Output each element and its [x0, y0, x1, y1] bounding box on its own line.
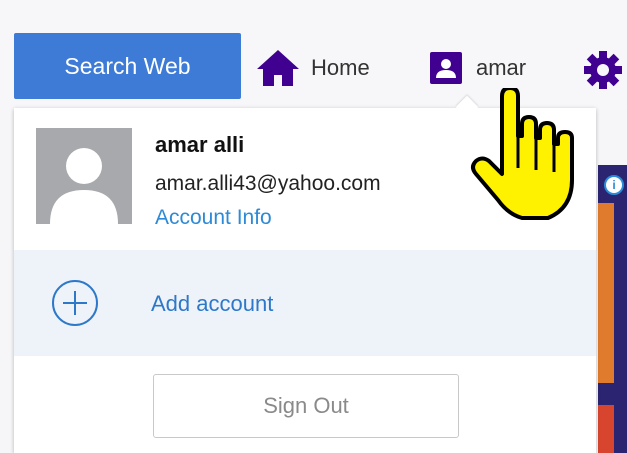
account-name: amar alli: [155, 132, 245, 157]
user-menu-trigger[interactable]: amar: [430, 46, 526, 90]
user-name-label: amar: [476, 55, 527, 80]
home-icon: [257, 50, 299, 86]
info-icon[interactable]: i: [604, 175, 624, 195]
background-band: [598, 405, 614, 453]
home-link[interactable]: Home: [255, 46, 370, 90]
search-web-button[interactable]: Search Web: [14, 33, 241, 99]
gear-icon[interactable]: [583, 50, 623, 90]
avatar-placeholder: [36, 128, 132, 224]
add-account-row[interactable]: Add account: [14, 250, 596, 356]
sign-out-button[interactable]: Sign Out: [153, 374, 459, 438]
account-info-link[interactable]: Account Info: [155, 206, 272, 230]
plus-circle-icon: [52, 280, 98, 326]
user-icon: [430, 52, 462, 84]
account-email: amar.alli43@yahoo.com: [155, 172, 381, 195]
background-content-edge: [598, 165, 627, 453]
home-label: Home: [311, 55, 370, 80]
pointer-hand-cursor: [471, 88, 574, 220]
add-account-label: Add account: [151, 291, 274, 316]
background-band: [598, 203, 614, 383]
